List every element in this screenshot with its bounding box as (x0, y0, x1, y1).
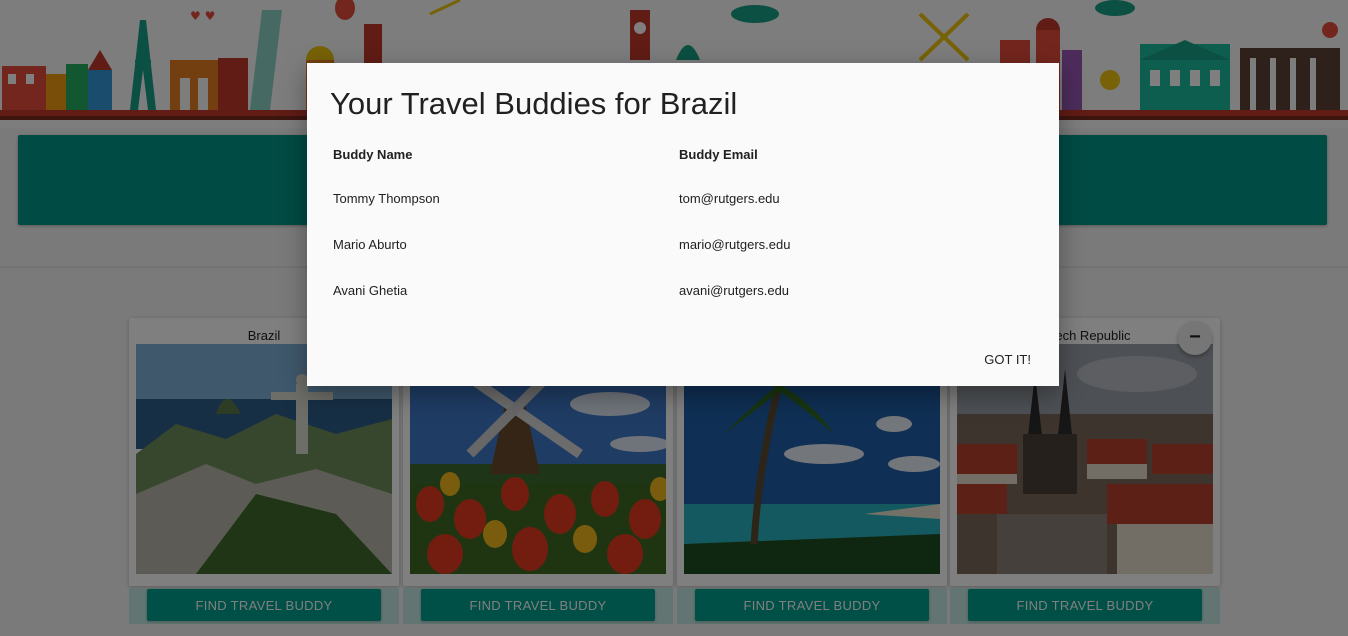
buddy-email: tom@rutgers.edu (679, 190, 780, 206)
table-row: Tommy Thompson tom@rutgers.edu (323, 175, 1043, 221)
travel-buddies-dialog: Your Travel Buddies for Brazil Buddy Nam… (307, 63, 1059, 386)
buddy-email: avani@rutgers.edu (679, 282, 790, 298)
buddy-name: Tommy Thompson (333, 190, 440, 206)
table-row: Mario Aburto mario@rutgers.edu (323, 221, 1043, 267)
table-row: Avani Ghetia avani@rutgers.edu (323, 267, 1043, 313)
dialog-title: Your Travel Buddies for Brazil (330, 86, 738, 121)
column-header-name: Buddy Name (333, 146, 413, 162)
buddy-name: Avani Ghetia (333, 282, 408, 298)
buddy-email: mario@rutgers.edu (679, 236, 791, 252)
buddy-table: Buddy Name Buddy Email Tommy Thompson to… (323, 133, 1043, 313)
column-header-email: Buddy Email (679, 146, 758, 162)
got-it-button[interactable]: GOT IT! (978, 348, 1037, 371)
table-header-row: Buddy Name Buddy Email (323, 133, 1043, 175)
buddy-name: Mario Aburto (333, 236, 407, 252)
